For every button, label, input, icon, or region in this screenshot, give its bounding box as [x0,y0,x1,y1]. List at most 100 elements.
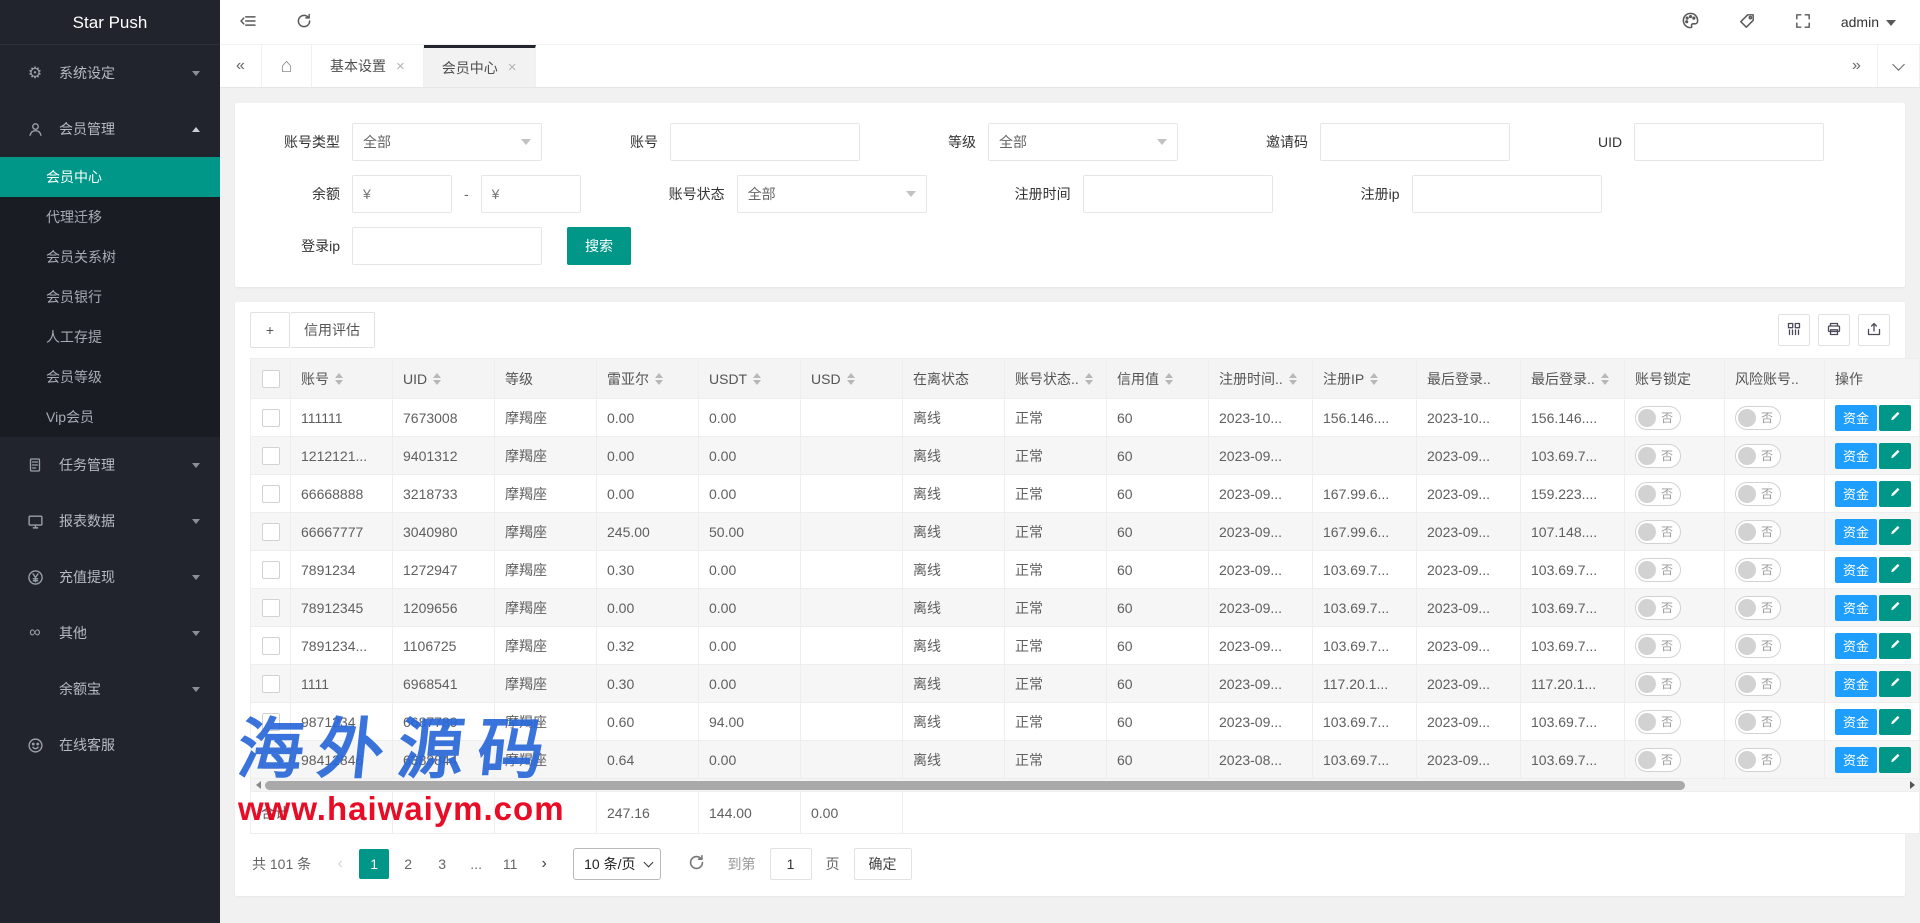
sidebar-item-member-bank[interactable]: 会员银行 [0,277,220,317]
fund-button[interactable]: 资金 [1835,671,1877,697]
risk-switch[interactable]: 否 [1735,710,1781,734]
lock-switch[interactable]: 否 [1635,748,1681,772]
account-type-select[interactable]: 全部 [352,123,542,161]
risk-switch[interactable]: 否 [1735,634,1781,658]
fund-button[interactable]: 资金 [1835,709,1877,735]
tabs-more-button[interactable] [1878,45,1920,87]
sort-icon[interactable] [753,373,761,385]
fund-button[interactable]: 资金 [1835,595,1877,621]
lock-switch[interactable]: 否 [1635,596,1681,620]
refresh-button[interactable] [276,0,332,45]
status-select[interactable]: 全部 [737,175,927,213]
sidebar-item-member-tree[interactable]: 会员关系树 [0,237,220,277]
scroll-right-arrow-icon[interactable] [1905,781,1919,789]
sidebar-item-manual-deposit[interactable]: 人工存提 [0,317,220,357]
sidebar-item-yuebao[interactable]: 余额宝 [0,661,220,717]
account-input[interactable] [670,123,860,161]
tag-button[interactable] [1719,0,1775,45]
row-checkbox[interactable] [262,561,280,579]
reg-time-input[interactable] [1083,175,1273,213]
invite-input[interactable] [1320,123,1510,161]
edit-button[interactable] [1879,633,1911,659]
page-button-2[interactable]: 2 [393,849,423,879]
sort-icon[interactable] [847,373,855,385]
sort-icon[interactable] [655,373,663,385]
page-size-select[interactable]: 10 条/页 [573,848,660,880]
sidebar-item-task-management[interactable]: 任务管理 [0,437,220,493]
sidebar-item-online-service[interactable]: 在线客服 [0,717,220,773]
fund-button[interactable]: 资金 [1835,557,1877,583]
edit-button[interactable] [1879,557,1911,583]
risk-switch[interactable]: 否 [1735,558,1781,582]
tabs-scroll-right-button[interactable]: » [1836,45,1878,87]
row-checkbox[interactable] [262,485,280,503]
theme-button[interactable] [1663,0,1719,45]
page-button-1[interactable]: 1 [359,849,389,879]
page-button-11[interactable]: 11 [495,849,525,879]
edit-button[interactable] [1879,595,1911,621]
search-button[interactable]: 搜索 [567,227,631,265]
scroll-left-arrow-icon[interactable] [251,781,265,789]
sidebar-item-agent-migration[interactable]: 代理迁移 [0,197,220,237]
sort-icon[interactable] [1289,373,1297,385]
balance-min-input[interactable] [352,175,452,213]
lock-switch[interactable]: 否 [1635,672,1681,696]
risk-switch[interactable]: 否 [1735,482,1781,506]
close-icon[interactable]: × [396,58,405,75]
reg-ip-input[interactable] [1412,175,1602,213]
user-menu[interactable]: admin [1831,14,1920,30]
next-page-button[interactable]: › [531,855,557,873]
row-checkbox[interactable] [262,675,280,693]
columns-filter-button[interactable] [1778,314,1810,346]
edit-button[interactable] [1879,709,1911,735]
edit-button[interactable] [1879,747,1911,773]
row-checkbox[interactable] [262,751,280,769]
lock-switch[interactable]: 否 [1635,406,1681,430]
risk-switch[interactable]: 否 [1735,406,1781,430]
balance-max-input[interactable] [481,175,581,213]
lock-switch[interactable]: 否 [1635,710,1681,734]
close-icon[interactable]: × [508,59,517,76]
sort-icon[interactable] [1370,373,1378,385]
fund-button[interactable]: 资金 [1835,481,1877,507]
pagination-refresh-button[interactable] [687,853,706,875]
credit-eval-button[interactable]: 信用评估 [290,312,375,348]
fund-button[interactable]: 资金 [1835,405,1877,431]
fund-button[interactable]: 资金 [1835,747,1877,773]
risk-switch[interactable]: 否 [1735,444,1781,468]
print-button[interactable] [1818,314,1850,346]
login-ip-input[interactable] [352,227,542,265]
sidebar-item-member-center[interactable]: 会员中心 [0,157,220,197]
horizontal-scrollbar[interactable] [251,779,1919,792]
tab-home[interactable]: ⌂ [262,45,312,87]
sidebar-item-report-data[interactable]: 报表数据 [0,493,220,549]
sidebar-item-vip-member[interactable]: Vip会员 [0,397,220,437]
goto-page-input[interactable] [770,848,812,880]
sort-icon[interactable] [1085,373,1093,385]
sidebar-item-member-management[interactable]: 会员管理 [0,101,220,157]
tab-basic-settings[interactable]: 基本设置× [312,45,424,87]
tab-member-center[interactable]: 会员中心× [424,45,536,87]
prev-page-button[interactable]: ‹ [327,855,353,873]
sort-icon[interactable] [433,373,441,385]
edit-button[interactable] [1879,481,1911,507]
tabs-scroll-left-button[interactable]: « [220,45,262,87]
uid-input[interactable] [1634,123,1824,161]
export-button[interactable] [1858,314,1890,346]
sidebar-item-other[interactable]: ∞其他 [0,605,220,661]
sort-icon[interactable] [1601,373,1609,385]
risk-switch[interactable]: 否 [1735,520,1781,544]
fund-button[interactable]: 资金 [1835,519,1877,545]
goto-confirm-button[interactable]: 确定 [854,848,912,880]
scrollbar-thumb[interactable] [265,781,1685,790]
risk-switch[interactable]: 否 [1735,672,1781,696]
risk-switch[interactable]: 否 [1735,596,1781,620]
sort-icon[interactable] [335,373,343,385]
row-checkbox[interactable] [262,599,280,617]
add-button[interactable]: + [250,312,290,348]
collapse-sidebar-button[interactable] [220,0,276,45]
sidebar-item-system-settings[interactable]: ⚙系统设定 [0,45,220,101]
lock-switch[interactable]: 否 [1635,444,1681,468]
row-checkbox[interactable] [262,637,280,655]
row-checkbox[interactable] [262,523,280,541]
